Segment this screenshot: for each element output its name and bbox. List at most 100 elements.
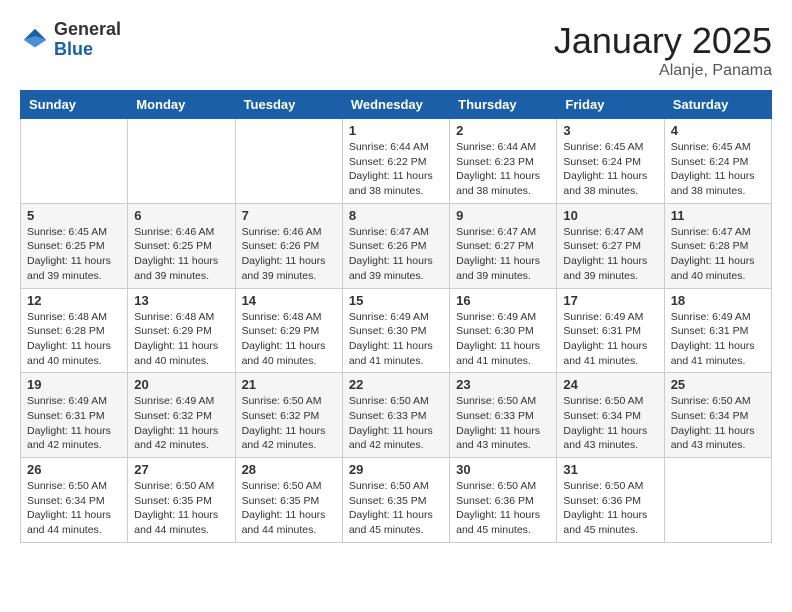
day-info: Sunrise: 6:48 AM Sunset: 6:29 PM Dayligh… [134, 310, 228, 369]
day-info: Sunrise: 6:50 AM Sunset: 6:34 PM Dayligh… [563, 394, 657, 453]
day-info: Sunrise: 6:49 AM Sunset: 6:32 PM Dayligh… [134, 394, 228, 453]
weekday-header: Wednesday [342, 91, 449, 119]
day-number: 3 [563, 123, 657, 138]
day-number: 15 [349, 293, 443, 308]
day-number: 10 [563, 208, 657, 223]
day-number: 20 [134, 377, 228, 392]
day-number: 4 [671, 123, 765, 138]
day-number: 14 [242, 293, 336, 308]
weekday-header: Saturday [664, 91, 771, 119]
weekday-header: Tuesday [235, 91, 342, 119]
day-number: 6 [134, 208, 228, 223]
day-number: 5 [27, 208, 121, 223]
day-info: Sunrise: 6:50 AM Sunset: 6:34 PM Dayligh… [27, 479, 121, 538]
calendar-table: SundayMondayTuesdayWednesdayThursdayFrid… [20, 90, 772, 543]
day-number: 7 [242, 208, 336, 223]
calendar-cell [235, 119, 342, 204]
calendar-cell: 16 Sunrise: 6:49 AM Sunset: 6:30 PM Dayli… [450, 288, 557, 373]
calendar-cell [21, 119, 128, 204]
day-number: 25 [671, 377, 765, 392]
day-info: Sunrise: 6:50 AM Sunset: 6:33 PM Dayligh… [456, 394, 550, 453]
logo: General Blue [20, 20, 121, 60]
calendar-cell: 20 Sunrise: 6:49 AM Sunset: 6:32 PM Dayli… [128, 373, 235, 458]
calendar-cell: 30 Sunrise: 6:50 AM Sunset: 6:36 PM Dayli… [450, 458, 557, 543]
day-info: Sunrise: 6:50 AM Sunset: 6:34 PM Dayligh… [671, 394, 765, 453]
calendar-week-row: 5 Sunrise: 6:45 AM Sunset: 6:25 PM Daylig… [21, 203, 772, 288]
day-number: 24 [563, 377, 657, 392]
day-info: Sunrise: 6:50 AM Sunset: 6:35 PM Dayligh… [349, 479, 443, 538]
day-info: Sunrise: 6:50 AM Sunset: 6:35 PM Dayligh… [242, 479, 336, 538]
day-info: Sunrise: 6:49 AM Sunset: 6:31 PM Dayligh… [563, 310, 657, 369]
calendar-cell: 8 Sunrise: 6:47 AM Sunset: 6:26 PM Daylig… [342, 203, 449, 288]
calendar-cell: 10 Sunrise: 6:47 AM Sunset: 6:27 PM Dayli… [557, 203, 664, 288]
day-info: Sunrise: 6:44 AM Sunset: 6:22 PM Dayligh… [349, 140, 443, 199]
calendar-cell: 15Sunrise: 6:49 AM Sunset: 6:30 PM Dayli… [342, 288, 449, 373]
logo-text: General Blue [54, 20, 121, 60]
calendar-cell: 24 Sunrise: 6:50 AM Sunset: 6:34 PM Dayli… [557, 373, 664, 458]
day-number: 26 [27, 462, 121, 477]
day-number: 31 [563, 462, 657, 477]
day-info: Sunrise: 6:50 AM Sunset: 6:36 PM Dayligh… [563, 479, 657, 538]
calendar-cell: 13 Sunrise: 6:48 AM Sunset: 6:29 PM Dayli… [128, 288, 235, 373]
day-number: 8 [349, 208, 443, 223]
day-info: Sunrise: 6:49 AM Sunset: 6:31 PM Dayligh… [27, 394, 121, 453]
calendar-week-row: 26 Sunrise: 6:50 AM Sunset: 6:34 PM Dayli… [21, 458, 772, 543]
calendar-cell: 11 Sunrise: 6:47 AM Sunset: 6:28 PM Dayli… [664, 203, 771, 288]
day-info: Sunrise: 6:45 AM Sunset: 6:24 PM Dayligh… [563, 140, 657, 199]
calendar-cell: 12Sunrise: 6:48 AM Sunset: 6:28 PM Dayli… [21, 288, 128, 373]
calendar-cell: 4 Sunrise: 6:45 AM Sunset: 6:24 PM Daylig… [664, 119, 771, 204]
day-info: Sunrise: 6:47 AM Sunset: 6:27 PM Dayligh… [563, 225, 657, 284]
calendar-cell: 25 Sunrise: 6:50 AM Sunset: 6:34 PM Dayli… [664, 373, 771, 458]
calendar-cell: 1 Sunrise: 6:44 AM Sunset: 6:22 PM Daylig… [342, 119, 449, 204]
day-number: 1 [349, 123, 443, 138]
logo-icon [20, 25, 50, 55]
page-header: General Blue January 2025 Alanje, Panama [20, 20, 772, 80]
day-number: 9 [456, 208, 550, 223]
day-info: Sunrise: 6:45 AM Sunset: 6:25 PM Dayligh… [27, 225, 121, 284]
weekday-header-row: SundayMondayTuesdayWednesdayThursdayFrid… [21, 91, 772, 119]
day-number: 16 [456, 293, 550, 308]
calendar-cell: 5 Sunrise: 6:45 AM Sunset: 6:25 PM Daylig… [21, 203, 128, 288]
title-block: January 2025 Alanje, Panama [554, 20, 772, 80]
calendar-cell: 3 Sunrise: 6:45 AM Sunset: 6:24 PM Daylig… [557, 119, 664, 204]
day-info: Sunrise: 6:50 AM Sunset: 6:36 PM Dayligh… [456, 479, 550, 538]
weekday-header: Monday [128, 91, 235, 119]
day-number: 23 [456, 377, 550, 392]
calendar-cell [128, 119, 235, 204]
calendar-week-row: 19 Sunrise: 6:49 AM Sunset: 6:31 PM Dayli… [21, 373, 772, 458]
weekday-header: Friday [557, 91, 664, 119]
day-number: 11 [671, 208, 765, 223]
day-info: Sunrise: 6:49 AM Sunset: 6:31 PM Dayligh… [671, 310, 765, 369]
day-number: 29 [349, 462, 443, 477]
day-info: Sunrise: 6:47 AM Sunset: 6:27 PM Dayligh… [456, 225, 550, 284]
calendar-cell: 2 Sunrise: 6:44 AM Sunset: 6:23 PM Daylig… [450, 119, 557, 204]
calendar-cell: 14Sunrise: 6:48 AM Sunset: 6:29 PM Dayli… [235, 288, 342, 373]
day-number: 13 [134, 293, 228, 308]
day-number: 22 [349, 377, 443, 392]
calendar-week-row: 1 Sunrise: 6:44 AM Sunset: 6:22 PM Daylig… [21, 119, 772, 204]
day-number: 12 [27, 293, 121, 308]
weekday-header: Thursday [450, 91, 557, 119]
calendar-cell: 6Sunrise: 6:46 AM Sunset: 6:25 PM Daylig… [128, 203, 235, 288]
day-info: Sunrise: 6:46 AM Sunset: 6:26 PM Dayligh… [242, 225, 336, 284]
day-number: 17 [563, 293, 657, 308]
calendar-cell: 26 Sunrise: 6:50 AM Sunset: 6:34 PM Dayli… [21, 458, 128, 543]
day-info: Sunrise: 6:45 AM Sunset: 6:24 PM Dayligh… [671, 140, 765, 199]
day-number: 27 [134, 462, 228, 477]
calendar-week-row: 12Sunrise: 6:48 AM Sunset: 6:28 PM Dayli… [21, 288, 772, 373]
calendar-cell [664, 458, 771, 543]
day-info: Sunrise: 6:47 AM Sunset: 6:26 PM Dayligh… [349, 225, 443, 284]
logo-general-text: General [54, 20, 121, 40]
day-number: 18 [671, 293, 765, 308]
day-info: Sunrise: 6:47 AM Sunset: 6:28 PM Dayligh… [671, 225, 765, 284]
day-info: Sunrise: 6:44 AM Sunset: 6:23 PM Dayligh… [456, 140, 550, 199]
location-subtitle: Alanje, Panama [554, 62, 772, 80]
day-number: 19 [27, 377, 121, 392]
day-info: Sunrise: 6:50 AM Sunset: 6:35 PM Dayligh… [134, 479, 228, 538]
day-number: 21 [242, 377, 336, 392]
day-number: 2 [456, 123, 550, 138]
day-number: 30 [456, 462, 550, 477]
calendar-cell: 18 Sunrise: 6:49 AM Sunset: 6:31 PM Dayli… [664, 288, 771, 373]
day-info: Sunrise: 6:49 AM Sunset: 6:30 PM Dayligh… [456, 310, 550, 369]
calendar-cell: 27 Sunrise: 6:50 AM Sunset: 6:35 PM Dayli… [128, 458, 235, 543]
